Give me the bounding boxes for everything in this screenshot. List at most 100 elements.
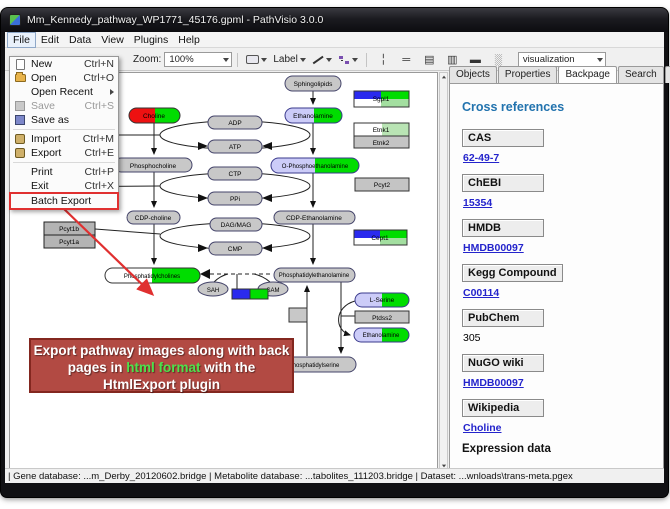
- file-menu-import[interactable]: Import Ctrl+M: [10, 132, 118, 146]
- xref-title: CAS: [462, 129, 544, 147]
- node-etnk2[interactable]: Etnk2: [354, 136, 409, 148]
- xref-link[interactable]: Choline: [463, 422, 502, 434]
- xref-link[interactable]: 62-49-7: [463, 152, 499, 164]
- annotation-line-2: pages in html format with the: [31, 359, 292, 376]
- xref-title: NuGO wiki: [462, 354, 544, 372]
- node-sphingolipids[interactable]: Sphingolipids: [285, 76, 341, 91]
- node-adp[interactable]: ADP: [208, 116, 262, 129]
- reaction-arrowheads: [198, 142, 272, 279]
- xref-link[interactable]: 15354: [463, 197, 492, 209]
- node-phosphatidylethanolamine[interactable]: Phosphatidylethanolamine: [274, 268, 355, 282]
- new-file-icon: [16, 59, 25, 70]
- node-ptdss2[interactable]: Ptdss2: [355, 311, 409, 323]
- file-menu-open[interactable]: Open Ctrl+O: [10, 71, 118, 85]
- tab-backpage[interactable]: Backpage: [558, 66, 616, 83]
- common-size-width-button[interactable]: ▬: [468, 53, 483, 67]
- node-ctp[interactable]: CTP: [208, 167, 262, 180]
- xref-title: PubChem: [462, 309, 544, 327]
- file-menu-batch-export[interactable]: Batch Export: [10, 193, 118, 209]
- svg-text:L-Serine: L-Serine: [370, 297, 395, 304]
- svg-text:PPi: PPi: [230, 196, 240, 203]
- node-cept1[interactable]: Cept1: [354, 230, 407, 245]
- scroll-up-arrow[interactable]: [440, 73, 448, 81]
- file-menu-new[interactable]: New Ctrl+N: [10, 57, 118, 71]
- backpage-content[interactable]: Cross references CAS 62-49-7 ChEBI 15354…: [449, 83, 664, 472]
- zoom-combo[interactable]: 100%: [164, 52, 232, 67]
- tab-search[interactable]: Search: [618, 66, 664, 83]
- expression-data-heading: Expression data: [462, 443, 663, 455]
- new-line-button[interactable]: [309, 53, 335, 67]
- file-menu-export[interactable]: Export Ctrl+E: [10, 146, 118, 160]
- node-o-phosphoethanolamine[interactable]: O-Phosphoethanolamine: [271, 158, 359, 173]
- distribute-vertical-button[interactable]: ▤: [422, 53, 437, 67]
- node-phosphocholine[interactable]: Phosphocholine: [114, 158, 192, 172]
- node-sgpl1[interactable]: Sgpl1: [354, 91, 409, 107]
- svg-text:Cept1: Cept1: [371, 235, 389, 242]
- node-l-serine[interactable]: L-Serine: [355, 293, 409, 307]
- dropdown-arrow-icon: [261, 58, 267, 62]
- svg-text:Phosphocholine: Phosphocholine: [130, 163, 177, 170]
- menu-plugins[interactable]: Plugins: [129, 33, 173, 47]
- tab-properties[interactable]: Properties: [498, 66, 558, 83]
- node-cdp-ethanolamine[interactable]: CDP-Ethanolamine: [274, 211, 355, 224]
- node-choline[interactable]: Choline: [129, 108, 180, 123]
- menu-data[interactable]: Data: [64, 33, 96, 47]
- file-menu-print[interactable]: Print Ctrl+P: [10, 165, 118, 179]
- node-pcyt2[interactable]: Pcyt2: [355, 178, 409, 191]
- tab-objects[interactable]: Objects: [449, 66, 497, 83]
- node-dag-mag[interactable]: DAG/MAG: [210, 218, 262, 231]
- toolbar-separator: [237, 53, 238, 67]
- node-pcyt1b[interactable]: Pcyt1b: [44, 222, 95, 235]
- distribute-horizontal-button[interactable]: ▥: [445, 53, 460, 67]
- svg-text:Etnk1: Etnk1: [373, 127, 390, 134]
- menu-view[interactable]: View: [96, 33, 129, 47]
- file-menu-save[interactable]: Save Ctrl+S: [10, 99, 118, 113]
- import-icon: [15, 134, 25, 144]
- xref-section-kegg: Kegg Compound C00114: [462, 263, 663, 299]
- align-center-x-button[interactable]: ╎: [376, 53, 391, 67]
- file-menu-open-recent[interactable]: Open Recent: [10, 85, 118, 99]
- menu-help[interactable]: Help: [173, 33, 205, 47]
- svg-text:Pcyt1a: Pcyt1a: [59, 239, 79, 246]
- title-bar[interactable]: Mm_Kennedy_pathway_WP1771_45176.gpml - P…: [1, 8, 668, 32]
- xref-link[interactable]: C00114: [463, 287, 499, 299]
- svg-text:DAG/MAG: DAG/MAG: [221, 222, 252, 229]
- label-tool-text: Label: [273, 54, 297, 65]
- node-cdp-choline[interactable]: CDP-choline: [127, 211, 180, 224]
- node-atp[interactable]: ATP: [208, 140, 262, 153]
- file-menu-exit[interactable]: Exit Ctrl+X: [10, 179, 118, 193]
- svg-text:CDP-choline: CDP-choline: [135, 215, 172, 222]
- new-datanode-button[interactable]: [243, 54, 270, 65]
- node-phosphatidylcholines[interactable]: Phosphatidylcholines: [105, 268, 200, 283]
- tab-legend[interactable]: Legend: [665, 66, 670, 83]
- line-tool-icon: [312, 54, 324, 66]
- desktop: Mm_Kennedy_pathway_WP1771_45176.gpml - P…: [0, 0, 670, 509]
- common-size-height-button[interactable]: ░: [491, 53, 506, 67]
- svg-text:CTP: CTP: [229, 171, 242, 178]
- align-center-y-button[interactable]: ═: [399, 53, 414, 67]
- new-label-button[interactable]: Label: [270, 53, 308, 66]
- vertical-scrollbar[interactable]: [439, 72, 448, 471]
- menu-file[interactable]: File: [7, 32, 36, 48]
- menu-separator: [13, 162, 115, 163]
- visualization-combo[interactable]: visualization: [518, 52, 606, 67]
- node-sah[interactable]: SAH: [198, 282, 228, 296]
- menu-edit[interactable]: Edit: [36, 33, 64, 47]
- node-pcyt1a[interactable]: Pcyt1a: [44, 235, 95, 248]
- node-cmp[interactable]: CMP: [209, 242, 262, 255]
- xref-link[interactable]: HMDB00097: [463, 242, 524, 254]
- open-folder-icon: [15, 74, 26, 82]
- new-connector-button[interactable]: [335, 54, 361, 66]
- node-ethanolamine-2[interactable]: Ethanolamine: [354, 328, 409, 342]
- node-ethanolamine[interactable]: Ethanolamine: [285, 108, 342, 123]
- annotation-callout: Export pathway images along with back pa…: [29, 338, 294, 393]
- dropdown-arrow-icon: [597, 58, 603, 62]
- node-ppi[interactable]: PPi: [208, 192, 262, 205]
- file-menu-save-as[interactable]: Save as: [10, 113, 118, 127]
- svg-text:Sgpl1: Sgpl1: [373, 96, 390, 103]
- xref-title: HMDB: [462, 219, 544, 237]
- zoom-label: Zoom:: [133, 54, 161, 65]
- xref-link[interactable]: HMDB00097: [463, 377, 524, 389]
- xref-section-pubchem: PubChem 305: [462, 308, 663, 344]
- node-etnk1[interactable]: Etnk1: [354, 123, 409, 136]
